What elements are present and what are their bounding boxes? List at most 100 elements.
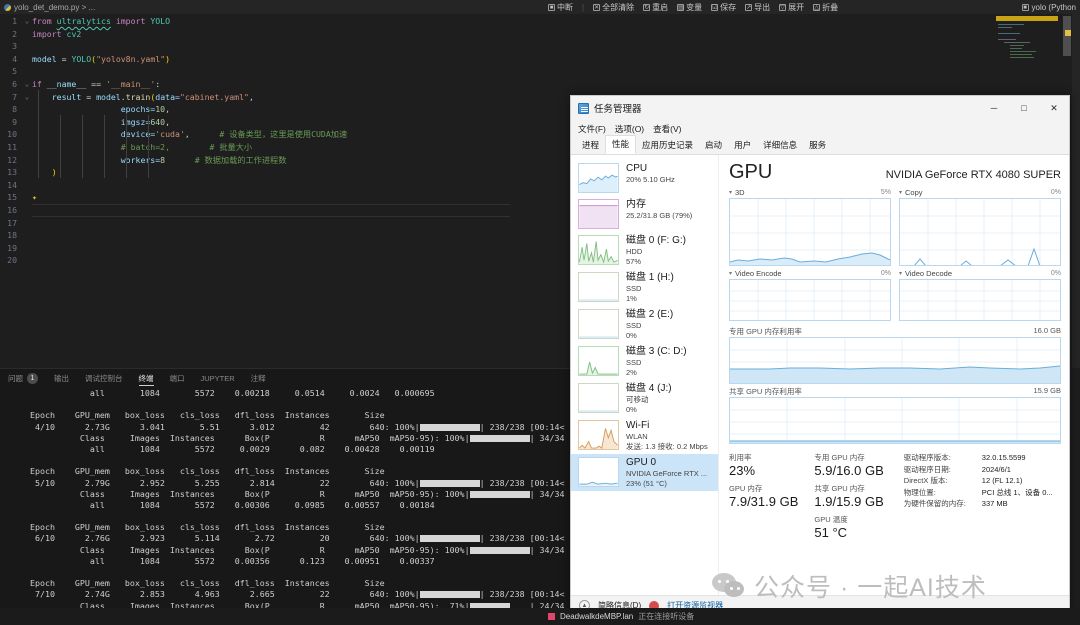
tab-problems[interactable]: 问题 1 xyxy=(8,369,38,388)
sidebar-item--4-j-[interactable]: 磁盘 4 (J:)可移动0% xyxy=(571,380,718,417)
sidebar-item-sub2: 发送: 1.3 接收: 0.2 Mbps xyxy=(626,442,708,452)
task-manager-window[interactable]: 任务管理器 ─ □ ✕ 文件(F) 选项(O) 查看(V) 进程 性能 应用历史… xyxy=(570,95,1070,615)
sidebar-item-sub1: WLAN xyxy=(626,432,708,442)
tab-output[interactable]: 输出 xyxy=(54,369,69,388)
screen: yolo_det_demo.py > ... ■ 中断 | ✕ 全部清除 ↻ 重… xyxy=(0,0,1080,625)
stat-gpu-memory-label: GPU 内存 xyxy=(729,483,798,494)
tab-users[interactable]: 用户 xyxy=(728,137,757,154)
breadcrumb[interactable]: yolo_det_demo.py > ... xyxy=(0,3,95,12)
terminal-output[interactable]: all 1084 5572 0.00218 0.0514 0.0024 0.00… xyxy=(0,388,570,625)
toolbar-variables-button[interactable]: ▤ 变量 xyxy=(677,2,702,13)
terminal-line: Epoch GPU_mem box_loss cls_loss dfl_loss… xyxy=(0,522,570,533)
tab-services[interactable]: 服务 xyxy=(803,137,832,154)
editor-scrollbar-thumb[interactable] xyxy=(1063,16,1071,56)
sidebar-item-sub1: 25.2/31.8 GB (79%) xyxy=(626,211,692,221)
toolbar-restart-label: 重启 xyxy=(652,2,668,13)
tab-app-history[interactable]: 应用历史记录 xyxy=(636,137,699,154)
tab-startup[interactable]: 启动 xyxy=(699,137,728,154)
menu-options[interactable]: 选项(O) xyxy=(615,123,644,135)
spec-row: 为硬件保留的内存:337 MB xyxy=(904,498,1053,510)
fold-chevron-icon[interactable]: ⌄ xyxy=(22,91,32,104)
sidebar-item--2-e-[interactable]: 磁盘 2 (E:)SSD0% xyxy=(571,306,718,343)
performance-sidebar[interactable]: CPU20% 5.10 GHz内存25.2/31.8 GB (79%)磁盘 0 … xyxy=(571,155,719,595)
toolbar-interrupt-button[interactable]: ■ 中断 xyxy=(548,2,573,13)
tab-details[interactable]: 详细信息 xyxy=(757,137,803,154)
toolbar-clear-all-label: 全部清除 xyxy=(602,2,634,13)
string-literal: "cabinet.yaml" xyxy=(180,92,249,102)
graph-copy: ▾ Copy 0% xyxy=(899,188,1061,269)
inline-suggest-icon[interactable]: ✦ xyxy=(32,191,548,204)
line-number: 11 xyxy=(0,141,22,154)
stat-utilization-label: 利用率 xyxy=(729,452,798,463)
tab-debug-console[interactable]: 调试控制台 xyxy=(85,369,123,388)
tab-label: 输出 xyxy=(54,373,69,384)
sidebar-item-gpu-0[interactable]: GPU 0NVIDIA GeForce RTX ...23% (51 °C) xyxy=(571,454,718,491)
toolbar-clear-all-button[interactable]: ✕ 全部清除 xyxy=(593,2,634,13)
task-manager-titlebar[interactable]: 任务管理器 ─ □ ✕ xyxy=(571,96,1069,120)
kernel-label: yolo (Python xyxy=(1032,3,1076,12)
sidebar-item-wi-fi[interactable]: Wi-FiWLAN发送: 1.3 接收: 0.2 Mbps xyxy=(571,417,718,454)
code-line-1: 1 ⌄ from ultralytics import YOLO xyxy=(0,15,548,28)
terminal-line: Class Images Instances Box(P R mAP50 mAP… xyxy=(0,545,570,556)
code-line-7: 7 ⌄ result = model.train(data="cabinet.y… xyxy=(0,91,548,104)
menu-file[interactable]: 文件(F) xyxy=(578,123,606,135)
menu-view[interactable]: 查看(V) xyxy=(653,123,681,135)
sidebar-item-sub1: SSD xyxy=(626,321,673,331)
sidebar-item--1-h-[interactable]: 磁盘 1 (H:)SSD1% xyxy=(571,269,718,306)
line-number: 1 xyxy=(0,15,22,28)
chevron-down-icon[interactable]: ▾ xyxy=(899,270,902,277)
gpu-specs: 驱动程序版本:32.0.15.5599驱动程序日期:2024/6/1Direct… xyxy=(904,452,1053,545)
graph-video-encode: ▾ Video Encode 0% xyxy=(729,269,891,324)
toolbar-save-button[interactable]: ☑ 保存 xyxy=(711,2,736,13)
sidebar-item-cpu[interactable]: CPU20% 5.10 GHz xyxy=(571,160,718,196)
line-number: 16 xyxy=(0,204,22,217)
sidebar-item--3-c-d-[interactable]: 磁盘 3 (C: D:)SSD2% xyxy=(571,343,718,380)
close-icon: ✕ xyxy=(1050,103,1058,114)
code-text: ) xyxy=(32,166,548,179)
tab-processes[interactable]: 进程 xyxy=(576,137,605,154)
minimize-button[interactable]: ─ xyxy=(979,96,1009,120)
toolbar-export-button[interactable]: ↗ 导出 xyxy=(745,2,770,13)
kwarg-data: data= xyxy=(155,92,180,102)
kw-from: from xyxy=(32,16,52,26)
tab-comments[interactable]: 注释 xyxy=(251,369,266,388)
sidebar-item--[interactable]: 内存25.2/31.8 GB (79%) xyxy=(571,196,718,232)
sidebar-item-text: 磁盘 1 (H:)SSD1% xyxy=(626,272,674,303)
toolbar-restart-button[interactable]: ↻ 重启 xyxy=(643,2,668,13)
code-line-8: 8 epochs=10, xyxy=(0,103,548,116)
toolbar-expand-button[interactable]: ▽ 展开 xyxy=(779,2,804,13)
maximize-button[interactable]: □ xyxy=(1009,96,1039,120)
close-button[interactable]: ✕ xyxy=(1039,96,1069,120)
fold-chevron-icon[interactable]: ⌄ xyxy=(22,78,32,91)
expand-icon: ▽ xyxy=(779,4,786,11)
sidebar-item-label: GPU 0 xyxy=(626,457,707,469)
spec-value: 337 MB xyxy=(982,498,1008,510)
chevron-down-icon[interactable]: ▾ xyxy=(899,189,902,196)
toolbar-collapse-button[interactable]: △ 折叠 xyxy=(813,2,838,13)
kernel-selector[interactable]: ■ yolo (Python xyxy=(1022,0,1076,14)
tab-terminal[interactable]: 终端 xyxy=(139,369,154,388)
overview-marker xyxy=(1065,30,1071,36)
code-editor[interactable]: 1 ⌄ from ultralytics import YOLO 2 impor… xyxy=(0,14,548,368)
chevron-down-icon[interactable]: ▾ xyxy=(729,189,732,196)
fold-chevron-icon[interactable]: ⌄ xyxy=(22,15,32,28)
line-number: 19 xyxy=(0,242,22,255)
dunder-name: __name__ xyxy=(42,79,91,89)
terminal-line: all 1084 5572 0.00356 0.123 0.00951 0.00… xyxy=(0,556,570,567)
code-line-20: 20 xyxy=(0,254,548,267)
graph-3d: ▾ 3D 5% xyxy=(729,188,891,269)
chevron-down-icon[interactable]: ▾ xyxy=(729,270,732,277)
taskbar-notification[interactable]: DeadwalkdeMBP.lan 正在连接听设备 xyxy=(548,608,694,625)
spec-key: 驱动程序版本: xyxy=(904,452,982,464)
terminal-line: all 1084 5572 0.00306 0.0985 0.00557 0.0… xyxy=(0,500,570,511)
tab-ports[interactable]: 端口 xyxy=(170,369,185,388)
method-train: train xyxy=(126,92,151,102)
stat-temperature-value: 51 °C xyxy=(814,525,883,541)
line-number: 17 xyxy=(0,217,22,230)
stat-shared-label: 共享 GPU 内存 xyxy=(814,483,883,494)
string-literal: "yolov8n.yaml" xyxy=(96,54,165,64)
tab-performance[interactable]: 性能 xyxy=(605,135,636,154)
spec-key: 驱动程序日期: xyxy=(904,464,982,476)
tab-jupyter[interactable]: JUPYTER xyxy=(201,369,235,388)
sidebar-item--0-f-g-[interactable]: 磁盘 0 (F: G:)HDD57% xyxy=(571,232,718,269)
